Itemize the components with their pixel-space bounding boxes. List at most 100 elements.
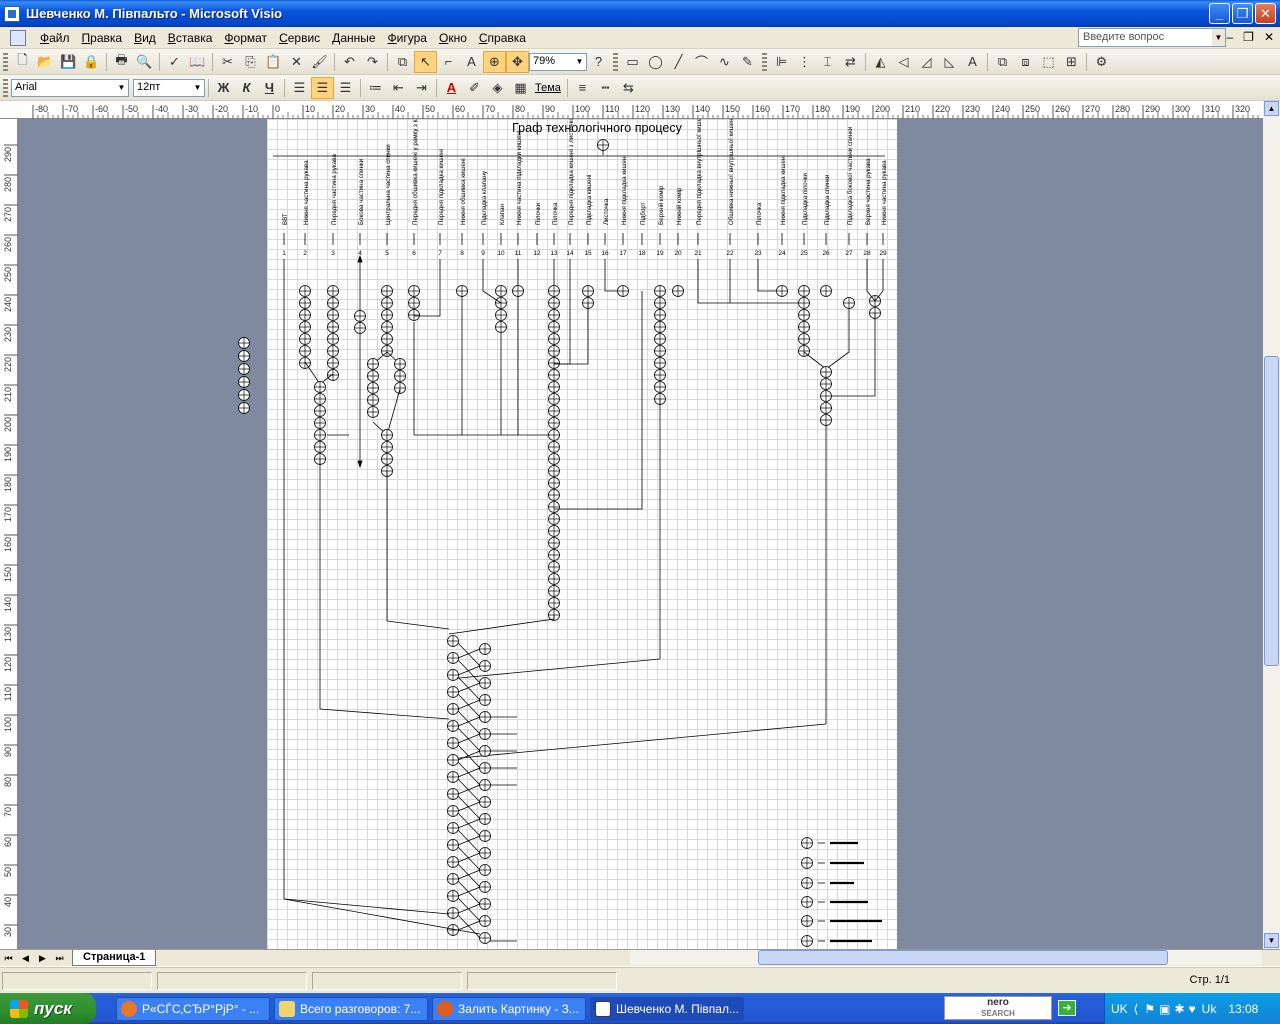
operation-node[interactable] — [479, 796, 491, 808]
operation-node[interactable] — [548, 537, 560, 549]
menu-data[interactable]: Данные — [326, 29, 381, 47]
spelling-icon[interactable]: ✓ — [163, 51, 186, 73]
column-label[interactable]: Передня підкладка кишені з листочкою — [568, 119, 575, 225]
font-size-select[interactable]: 12пт ▼ — [133, 78, 205, 97]
copy-icon[interactable]: ⎘ — [239, 51, 262, 73]
column-label[interactable]: Нижня частина підкладки кишені — [516, 131, 523, 225]
menu-help[interactable]: Справка — [473, 29, 532, 47]
operation-node[interactable] — [327, 309, 339, 321]
operation-node[interactable] — [548, 453, 560, 465]
align-center-icon[interactable]: ☰ — [311, 76, 334, 99]
operation-node[interactable] — [447, 788, 459, 800]
new-icon[interactable]: 🗋 — [11, 51, 34, 73]
column-label[interactable]: Пілочка — [756, 202, 763, 225]
operation-node[interactable] — [394, 382, 406, 394]
operation-node[interactable] — [548, 501, 560, 513]
tray-icon[interactable]: ✱ — [1174, 1002, 1184, 1016]
operation-node[interactable] — [408, 309, 420, 321]
toolbar-grip[interactable] — [3, 52, 8, 71]
decrease-indent-icon[interactable]: ⇤ — [387, 77, 410, 99]
operation-node[interactable] — [314, 393, 326, 405]
operation-node[interactable] — [479, 830, 491, 842]
operation-node[interactable] — [299, 285, 311, 297]
operation-node[interactable] — [582, 285, 594, 297]
operation-node[interactable] — [447, 754, 459, 766]
help-search-input[interactable]: Введите вопрос ▼ — [1078, 28, 1226, 47]
first-page-button[interactable]: ⏮ — [0, 953, 17, 964]
column-label[interactable]: Пілочка — [552, 202, 559, 225]
operation-node[interactable] — [381, 309, 393, 321]
menu-edit[interactable]: Правка — [76, 29, 129, 47]
nero-search-box[interactable]: nero SEARCH — [944, 996, 1052, 1020]
operation-node[interactable] — [327, 333, 339, 345]
operation-node[interactable] — [314, 441, 326, 453]
shape-properties-icon[interactable]: ⚙ — [1090, 51, 1113, 73]
operation-node[interactable] — [447, 686, 459, 698]
column-label[interactable]: ВВТ — [282, 213, 289, 225]
legend-node[interactable] — [801, 837, 813, 849]
column-label[interactable]: Нижня обшивка кишені — [460, 158, 467, 225]
stray-operation-node[interactable] — [238, 363, 250, 375]
column-label[interactable]: Верхня частина рукава — [865, 158, 872, 225]
operation-node[interactable] — [479, 881, 491, 893]
legend-node[interactable] — [801, 915, 813, 927]
operation-node[interactable] — [479, 745, 491, 757]
column-label[interactable]: Підборт — [640, 202, 647, 225]
tray-icon[interactable]: ♥ — [1189, 1002, 1196, 1016]
italic-button[interactable]: К — [235, 77, 258, 99]
operation-node[interactable] — [548, 441, 560, 453]
operation-node[interactable] — [548, 417, 560, 429]
redo-icon[interactable]: ↷ — [361, 51, 384, 73]
connection-point-icon[interactable]: ⊕ — [483, 50, 506, 73]
operation-node[interactable] — [512, 285, 524, 297]
operation-node[interactable] — [314, 405, 326, 417]
operation-node[interactable] — [654, 381, 666, 393]
operation-node[interactable] — [447, 737, 459, 749]
operation-node[interactable] — [299, 345, 311, 357]
operation-node[interactable] — [447, 720, 459, 732]
connect-shapes-icon[interactable]: ⇄ — [839, 51, 862, 73]
operation-node[interactable] — [394, 370, 406, 382]
operation-node[interactable] — [798, 321, 810, 333]
legend-node[interactable] — [801, 877, 813, 889]
column-label[interactable]: Центральна частина спинки — [385, 144, 392, 225]
vertical-scroll-thumb[interactable] — [1264, 356, 1279, 666]
chevron-down-icon[interactable]: ▼ — [573, 54, 586, 70]
font-color-icon[interactable]: A — [440, 77, 463, 99]
document-icon[interactable] — [10, 29, 26, 46]
chevron-down-icon[interactable]: ▼ — [115, 80, 128, 96]
stray-operation-node[interactable] — [238, 376, 250, 388]
tray-icon[interactable]: ▣ — [1159, 1002, 1170, 1016]
operation-node[interactable] — [548, 297, 560, 309]
operation-node[interactable] — [367, 382, 379, 394]
scroll-up-button[interactable]: ▲ — [1264, 101, 1279, 116]
operation-node[interactable] — [381, 297, 393, 309]
operation-node[interactable] — [479, 694, 491, 706]
send-back-icon[interactable]: ⧈ — [1014, 51, 1037, 73]
flip-vertical-icon[interactable]: ◁ — [892, 51, 915, 73]
column-label[interactable]: Підкладка спинки — [824, 174, 831, 225]
operation-node[interactable] — [495, 285, 507, 297]
operation-node[interactable] — [299, 297, 311, 309]
undo-icon[interactable]: ↶ — [338, 51, 361, 73]
operation-node[interactable] — [820, 285, 832, 297]
help-icon[interactable]: ? — [587, 51, 610, 73]
operation-node[interactable] — [548, 585, 560, 597]
pointer-tool-icon[interactable]: ↖ — [414, 50, 437, 73]
operation-node[interactable] — [447, 890, 459, 902]
tray-icon[interactable]: ⟨ — [1134, 1002, 1139, 1016]
stray-operation-node[interactable] — [238, 389, 250, 401]
line-ends-icon[interactable]: ⇆ — [617, 77, 640, 99]
column-label[interactable]: Передня частина рукава — [331, 154, 338, 225]
flip-horizontal-icon[interactable]: ◭ — [869, 51, 892, 73]
cut-icon[interactable]: ✂ — [216, 51, 239, 73]
menu-view[interactable]: Вид — [128, 29, 162, 47]
column-label[interactable]: Підкладка кишені — [586, 175, 593, 225]
column-label[interactable]: Бокова частина спинки — [358, 158, 365, 225]
scroll-down-button[interactable]: ▼ — [1264, 933, 1279, 948]
operation-node[interactable] — [299, 309, 311, 321]
legend-node[interactable] — [801, 896, 813, 908]
horizontal-scroll-thumb[interactable] — [758, 950, 1168, 965]
drawing-page[interactable]: Граф технологічного процесу ВВТ 1 Нижня ча… — [267, 119, 897, 949]
language-indicator[interactable]: UK — [1111, 1002, 1128, 1016]
